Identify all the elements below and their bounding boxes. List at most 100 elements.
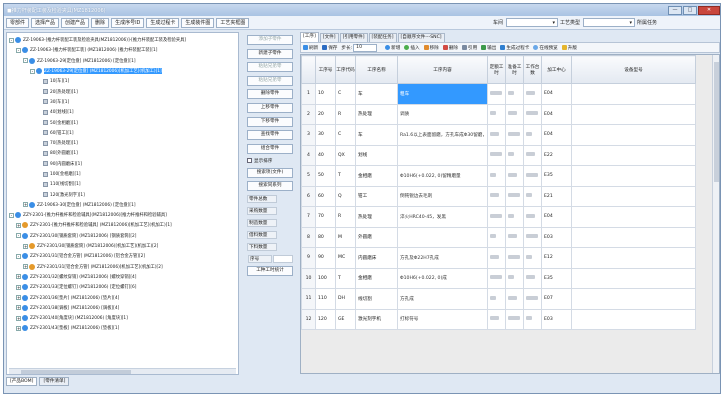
cell-prep-hours[interactable] (505, 288, 524, 310)
row-number[interactable]: 10 (301, 267, 316, 289)
tab-assembly-tasks[interactable]: [装配任务] (368, 33, 397, 42)
cell-seq[interactable]: 100 (315, 267, 336, 289)
cell-stations[interactable] (523, 103, 542, 125)
tree-node[interactable]: + ZZY-2301/43[垫板] (MZ1812006) [垫板][1] (7, 323, 238, 333)
cell-equipment[interactable] (571, 185, 696, 207)
tree-node[interactable]: + ZZY-2301/32[螺纹穿销] (MZ1812006) [螺纹穿销][4] (7, 272, 238, 282)
cell-quota-hours[interactable] (487, 267, 506, 289)
minimize-button[interactable]: — (668, 5, 682, 15)
cell-code[interactable]: M (335, 226, 356, 248)
cell-code[interactable]: MC (335, 247, 356, 269)
cell-equipment[interactable] (571, 308, 696, 330)
cell-seq[interactable]: 30 (315, 124, 336, 146)
scroll-thumb[interactable] (21, 370, 131, 374)
cell-stations[interactable] (523, 185, 542, 207)
row-number[interactable]: 2 (301, 103, 316, 125)
cell-quota-hours[interactable] (487, 165, 506, 187)
select-product-button[interactable]: 选择产品 (31, 17, 60, 28)
row-number[interactable]: 1 (301, 83, 316, 105)
cell-stations[interactable] (523, 226, 542, 248)
cell-code[interactable]: QX (335, 144, 356, 166)
cell-content[interactable]: 粗车 (397, 83, 488, 105)
table-row[interactable]: 7 70 R 热处理 淬火HRC40-45，发黑 E04 (301, 206, 696, 228)
tree-node[interactable]: + ZZY-2301/30[钢质套筒] (MZ1812006)[机加工艺](机加工… (7, 241, 238, 251)
expand-icon[interactable]: + (16, 284, 21, 290)
cell-name[interactable]: 划线 (355, 144, 398, 166)
tree-node[interactable]: - ZZ-19063-[推力杆装配工装及检验夹具(MZ1812006)]-[推力杆… (7, 35, 238, 45)
cell-equipment[interactable] (571, 247, 696, 269)
seq-input[interactable] (273, 255, 293, 264)
cell-prep-hours[interactable] (505, 103, 524, 125)
cell-seq[interactable]: 120 (315, 308, 336, 330)
row-number[interactable]: 11 (301, 288, 316, 310)
expand-icon[interactable]: + (23, 202, 28, 208)
cell-quota-hours[interactable] (487, 288, 506, 310)
cell-quota-hours[interactable] (487, 144, 506, 166)
search-item-button[interactable]: 搜索项(文件) (247, 167, 293, 178)
cell-seq[interactable]: 110 (315, 288, 336, 310)
row-number[interactable]: 8 (301, 226, 316, 248)
cell-equipment[interactable] (571, 124, 696, 146)
cell-prep-hours[interactable] (505, 144, 524, 166)
col-header-equipment[interactable]: 设备型号 (571, 55, 696, 84)
cell-code[interactable]: C (335, 124, 356, 146)
cell-seq[interactable]: 80 (315, 226, 336, 248)
cell-prep-hours[interactable] (505, 267, 524, 289)
cell-equipment[interactable] (571, 288, 696, 310)
cell-quota-hours[interactable] (487, 185, 506, 207)
tree-node[interactable]: - ZZ-19063-29[定位盘] (MZ1812006) [定位盘][1] (7, 56, 238, 66)
tree-node[interactable]: + ZZ-19063-30[定位盘] (MZ1812006) [定位盘][1] (7, 200, 238, 210)
cell-name[interactable]: 内圆磨床 (355, 247, 398, 269)
cell-seq[interactable]: 10 (315, 83, 336, 105)
delete-row-button[interactable]: 删除 (442, 45, 458, 51)
cell-prep-hours[interactable] (505, 83, 524, 105)
cell-center[interactable]: E21 (541, 185, 572, 207)
expand-icon[interactable]: + (16, 222, 21, 228)
cell-center[interactable]: E35 (541, 165, 572, 187)
col-header-quota-hours[interactable]: 定额工时 (487, 55, 506, 84)
row-number[interactable]: 3 (301, 124, 316, 146)
cell-name[interactable]: 外圆磨 (355, 226, 398, 248)
fixture-drawing-button[interactable]: 工艺夹框图 (216, 17, 250, 28)
tree-node[interactable]: - ZZY-2301/30[钢质套筒] (MZ1812006) [钢质套筒][2] (7, 231, 238, 241)
table-row[interactable]: 6 60 Q 钳工 倒钝锐边去毛刺 E21 (301, 185, 696, 207)
collapse-icon[interactable]: - (9, 37, 14, 43)
tree-horizontal-scrollbar[interactable] (9, 368, 236, 374)
tree-node[interactable]: 100[金相磨][1] (7, 169, 238, 179)
cell-name[interactable]: 车 (355, 124, 398, 146)
table-row[interactable]: 4 40 QX 划线 E22 (301, 144, 696, 166)
cell-equipment[interactable] (571, 226, 696, 248)
cell-stations[interactable] (523, 206, 542, 228)
cell-center[interactable]: E35 (541, 267, 572, 289)
cell-prep-hours[interactable] (505, 226, 524, 248)
cell-quota-hours[interactable] (487, 308, 506, 330)
grid-vertical-scrollbar[interactable] (712, 55, 719, 373)
cell-center[interactable]: E03 (541, 308, 572, 330)
cell-name[interactable]: 激光刻字机 (355, 308, 398, 330)
table-row[interactable]: 9 90 MC 内圆磨床 方孔及Φ22H7孔成 E12 (301, 247, 696, 269)
collapse-icon[interactable]: - (16, 233, 21, 239)
cell-stations[interactable] (523, 288, 542, 310)
cell-quota-hours[interactable] (487, 103, 506, 125)
cell-stations[interactable] (523, 308, 542, 330)
generate-card-button[interactable]: 生成过程卡 (500, 45, 529, 51)
maximize-button[interactable]: □ (683, 5, 697, 15)
tree-node[interactable]: - ZZY-2301/31[铝合金方管] (MZ1812006) [铝合金方管][… (7, 251, 238, 261)
tab-files[interactable]: [文件] (319, 33, 339, 42)
expand-icon[interactable]: + (16, 305, 21, 311)
cell-center[interactable]: E22 (541, 144, 572, 166)
tab-sequence-file[interactable]: [自顺序文件---SNC] (397, 33, 445, 42)
cell-equipment[interactable] (571, 206, 696, 228)
cell-quota-hours[interactable] (487, 226, 506, 248)
table-row[interactable]: 330C车Ra1.6以上表面留磨，方孔车成Φ30留磨，余序按图 E04 (301, 124, 696, 146)
tree-node[interactable]: + ZZY-2301/33[定位螺钉] (MZ1812006) [定位螺钉][6] (7, 282, 238, 292)
cell-quota-hours[interactable] (487, 83, 506, 105)
cell-name[interactable]: 线切割 (355, 288, 398, 310)
cell-equipment[interactable] (571, 83, 696, 105)
cell-stations[interactable] (523, 124, 542, 146)
online-preview-button[interactable]: 在线预览 (533, 45, 558, 51)
cell-equipment[interactable] (571, 165, 696, 187)
cell-center[interactable]: E04 (541, 124, 572, 146)
table-row[interactable]: 5 50 T 金相磨 Φ10H6(+0.022, 0)留精磨量 E35 (301, 165, 696, 187)
cell-stations[interactable] (523, 165, 542, 187)
